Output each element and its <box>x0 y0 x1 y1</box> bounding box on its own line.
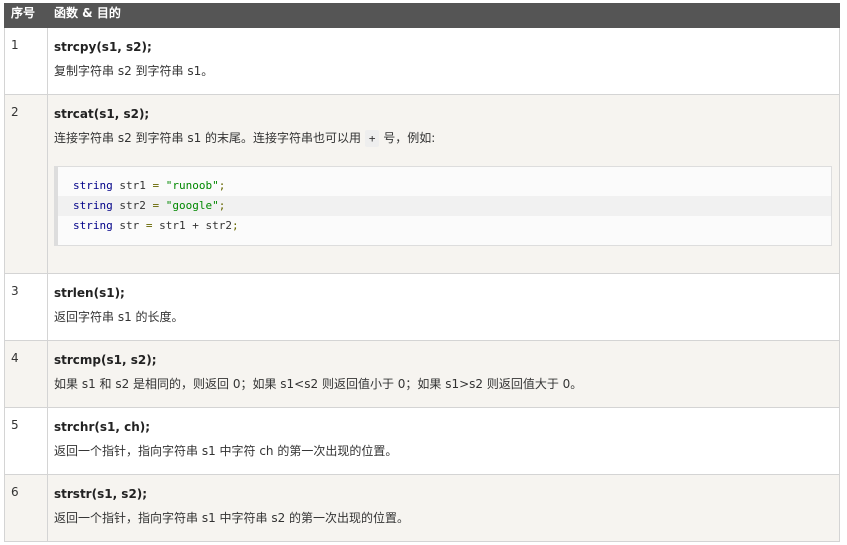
function-cell: strlen(s1); 返回字符串 s1 的长度。 <box>47 273 840 341</box>
code-punctuation: ; <box>231 219 239 232</box>
row-number: 1 <box>4 27 48 95</box>
code-identifier: str2 <box>112 199 153 212</box>
code-keyword: string <box>73 219 113 232</box>
row-number: 5 <box>4 407 48 475</box>
table-row: 6 strstr(s1, s2); 返回一个指针，指向字符串 s1 中字符串 s… <box>4 474 840 542</box>
function-description: 如果 s1 和 s2 是相同的，则返回 0；如果 s1<s2 则返回值小于 0；… <box>54 377 583 391</box>
string-functions-table: 序号 函数 & 目的 1 strcpy(s1, s2); 复制字符串 s2 到字… <box>4 3 840 542</box>
function-description: 复制字符串 s2 到字符串 s1。 <box>54 64 214 78</box>
code-keyword: string <box>73 199 113 212</box>
description-text: 号，例如: <box>379 131 436 145</box>
row-number: 2 <box>4 94 48 274</box>
code-punctuation: ; <box>218 179 226 192</box>
description-text: 连接字符串 s2 到字符串 s1 的末尾。连接字符串也可以用 <box>54 131 365 145</box>
inline-code: + <box>364 130 380 147</box>
function-cell: strcpy(s1, s2); 复制字符串 s2 到字符串 s1。 <box>47 27 840 95</box>
function-signature: strchr(s1, ch); <box>54 420 151 434</box>
table-header-row: 序号 函数 & 目的 <box>4 3 840 28</box>
code-line: string str1 = "runoob"; <box>58 176 831 196</box>
code-punctuation: ; <box>218 199 226 212</box>
function-signature: strlen(s1); <box>54 286 125 300</box>
code-string: "runoob" <box>159 179 219 192</box>
code-keyword: string <box>73 179 113 192</box>
function-description: 连接字符串 s2 到字符串 s1 的末尾。连接字符串也可以用 + 号，例如: <box>54 130 833 147</box>
header-function: 函数 & 目的 <box>47 3 840 28</box>
row-number: 3 <box>4 273 48 341</box>
header-num: 序号 <box>4 3 48 28</box>
function-cell: strchr(s1, ch); 返回一个指针，指向字符串 s1 中字符 ch 的… <box>47 407 840 475</box>
function-cell: strcmp(s1, s2); 如果 s1 和 s2 是相同的，则返回 0；如果… <box>47 340 840 408</box>
code-identifier: str <box>112 219 146 232</box>
function-signature: strstr(s1, s2); <box>54 487 148 501</box>
function-signature: strcmp(s1, s2); <box>54 353 157 367</box>
table-row: 5 strchr(s1, ch); 返回一个指针，指向字符串 s1 中字符 ch… <box>4 407 840 475</box>
code-line: string str2 = "google"; <box>58 196 831 216</box>
code-line: string str = str1 + str2; <box>58 216 831 236</box>
code-expression: str1 + str2 <box>152 219 232 232</box>
code-string: "google" <box>159 199 219 212</box>
function-signature: strcpy(s1, s2); <box>54 40 152 54</box>
table-row: 4 strcmp(s1, s2); 如果 s1 和 s2 是相同的，则返回 0；… <box>4 340 840 408</box>
function-description: 返回一个指针，指向字符串 s1 中字符串 s2 的第一次出现的位置。 <box>54 511 410 525</box>
table-row: 3 strlen(s1); 返回字符串 s1 的长度。 <box>4 273 840 341</box>
row-number: 4 <box>4 340 48 408</box>
code-operator: = <box>145 219 153 232</box>
function-cell: strstr(s1, s2); 返回一个指针，指向字符串 s1 中字符串 s2 … <box>47 474 840 542</box>
table-row: 1 strcpy(s1, s2); 复制字符串 s2 到字符串 s1。 <box>4 27 840 95</box>
function-description: 返回一个指针，指向字符串 s1 中字符 ch 的第一次出现的位置。 <box>54 444 398 458</box>
code-identifier: str1 <box>112 179 153 192</box>
row-number: 6 <box>4 474 48 542</box>
table-row: 2 strcat(s1, s2); 连接字符串 s2 到字符串 s1 的末尾。连… <box>4 94 840 274</box>
function-signature: strcat(s1, s2); <box>54 107 150 121</box>
function-cell: strcat(s1, s2); 连接字符串 s2 到字符串 s1 的末尾。连接字… <box>47 94 840 274</box>
function-description: 返回字符串 s1 的长度。 <box>54 310 184 324</box>
code-block: string str1 = "runoob"; string str2 = "g… <box>54 166 832 246</box>
